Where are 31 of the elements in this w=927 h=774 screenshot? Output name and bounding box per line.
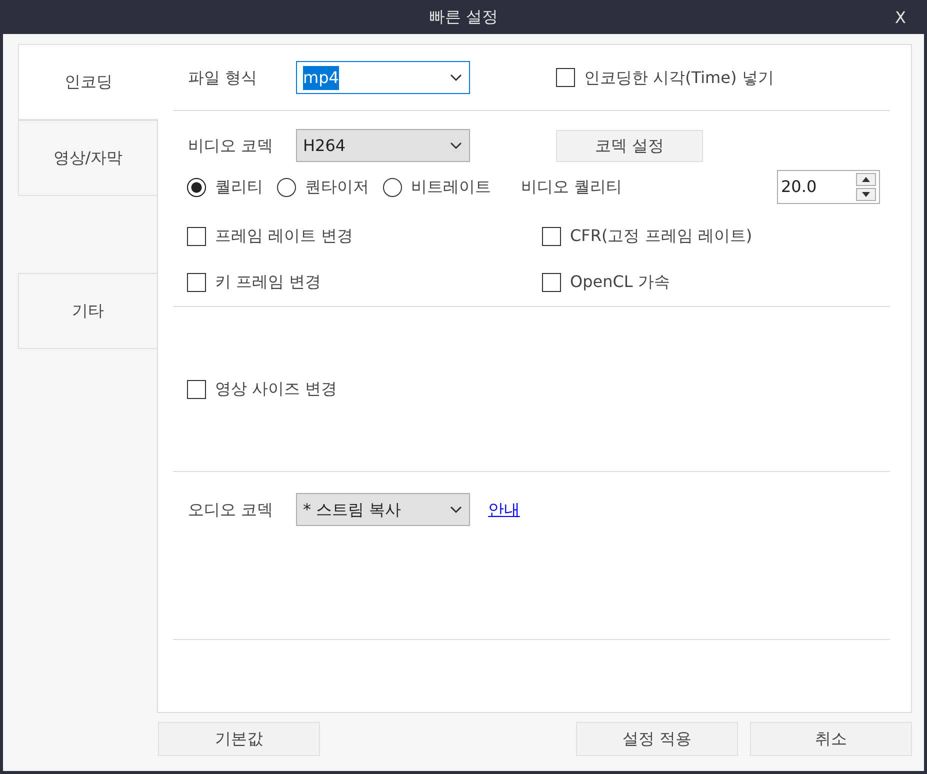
number-field[interactable]: 20.0 xyxy=(777,170,880,204)
checkbox[interactable]: 인코딩한 시각(Time) 넣기 xyxy=(556,66,774,90)
radio-button[interactable]: 퀀타이저 xyxy=(277,175,369,199)
spinner-arrows-icon[interactable] xyxy=(856,173,876,201)
codec-settings-button[interactable]: 코덱 설정 xyxy=(556,130,703,162)
guide-link[interactable]: 안내 xyxy=(488,498,520,522)
tab[interactable]: 영상/자막 xyxy=(18,120,157,196)
apply-button[interactable]: 설정 적용 xyxy=(576,722,738,756)
field-label: 오디오 코덱 xyxy=(187,498,274,520)
radio-button[interactable]: 퀄리티 xyxy=(187,175,263,199)
dropdown[interactable]: H264 xyxy=(296,129,470,162)
checkbox[interactable]: 영상 사이즈 변경 xyxy=(173,377,338,401)
checkbox[interactable]: 프레임 레이트 변경 xyxy=(187,224,542,248)
checkbox[interactable]: 키 프레임 변경 xyxy=(187,270,542,294)
field-label: 비디오 퀄리티 xyxy=(521,176,622,198)
defaults-button[interactable]: 기본값 xyxy=(158,722,320,756)
checkbox[interactable]: CFR(고정 프레임 레이트) xyxy=(542,224,890,248)
chevron-icon xyxy=(449,504,463,514)
chevron-icon xyxy=(449,140,463,150)
field-label: 비디오 코덱 xyxy=(187,134,274,156)
field-label: 파일 형식 xyxy=(187,66,258,88)
dropdown[interactable]: * 스트림 복사 xyxy=(296,493,470,526)
dropdown[interactable]: mp4 xyxy=(296,61,470,94)
window-title: 빠른 설정 xyxy=(428,6,498,28)
tab[interactable]: 인코딩 xyxy=(18,44,158,120)
checkbox[interactable]: OpenCL 가속 xyxy=(542,270,890,294)
cancel-button[interactable]: 취소 xyxy=(750,722,912,756)
close-button[interactable]: X xyxy=(891,6,910,30)
chevron-icon xyxy=(449,72,463,82)
tab[interactable]: 기타 xyxy=(18,273,157,349)
radio-button[interactable]: 비트레이트 xyxy=(383,175,491,199)
